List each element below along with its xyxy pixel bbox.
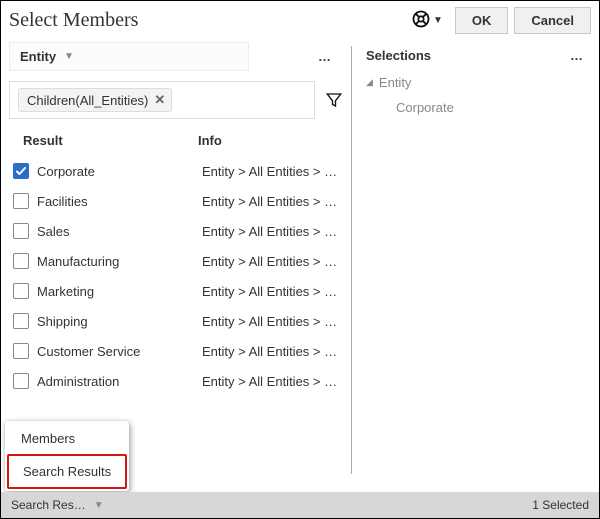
- result-name: Facilities: [37, 194, 202, 209]
- result-name: Corporate: [37, 164, 202, 179]
- dimension-label: Entity: [20, 49, 56, 64]
- dimension-selector[interactable]: Entity ▼: [9, 42, 249, 71]
- result-name: Shipping: [37, 314, 202, 329]
- result-name: Manufacturing: [37, 254, 202, 269]
- footer-tab-label: Search Res…: [11, 498, 86, 512]
- result-row[interactable]: SalesEntity > All Entities > …: [9, 216, 343, 246]
- select-members-dialog: Select Members ▼ OK Cancel: [0, 0, 600, 519]
- result-name: Marketing: [37, 284, 202, 299]
- help-icon: [411, 9, 431, 32]
- tree-root[interactable]: ◢ Entity: [366, 75, 591, 90]
- filter-chip-container: Children(All_Entities) ✕: [9, 81, 315, 119]
- result-checkbox[interactable]: [13, 313, 29, 329]
- dialog-body: Entity ▼ … Children(All_Entities) ✕: [1, 38, 599, 492]
- view-switch-popup: MembersSearch Results: [5, 421, 129, 491]
- filter-chip[interactable]: Children(All_Entities) ✕: [18, 88, 172, 112]
- result-row[interactable]: ManufacturingEntity > All Entities > …: [9, 246, 343, 276]
- caret-down-icon: ◢: [366, 77, 373, 88]
- result-info: Entity > All Entities > …: [202, 224, 343, 239]
- result-checkbox[interactable]: [13, 163, 29, 179]
- left-pane: Entity ▼ … Children(All_Entities) ✕: [1, 38, 351, 492]
- dialog-header: Select Members ▼ OK Cancel: [1, 1, 599, 38]
- selections-header: Selections …: [366, 42, 591, 63]
- tree-root-label: Entity: [379, 75, 412, 90]
- remove-chip-icon[interactable]: ✕: [154, 92, 165, 108]
- result-checkbox[interactable]: [13, 343, 29, 359]
- result-row[interactable]: CorporateEntity > All Entities > …: [9, 156, 343, 186]
- result-info: Entity > All Entities > …: [202, 164, 343, 179]
- selected-count: 1 Selected: [532, 498, 589, 512]
- result-columns-header: Result Info: [9, 119, 343, 154]
- result-row[interactable]: AdministrationEntity > All Entities > …: [9, 366, 343, 396]
- result-checkbox[interactable]: [13, 373, 29, 389]
- selections-pane: Selections … ◢ Entity Corporate: [352, 38, 599, 492]
- result-row[interactable]: Customer ServiceEntity > All Entities > …: [9, 336, 343, 366]
- result-info: Entity > All Entities > …: [202, 374, 343, 389]
- result-info: Entity > All Entities > …: [202, 314, 343, 329]
- selections-more-button[interactable]: …: [564, 48, 591, 63]
- result-info: Entity > All Entities > …: [202, 344, 343, 359]
- result-row[interactable]: MarketingEntity > All Entities > …: [9, 276, 343, 306]
- result-row[interactable]: FacilitiesEntity > All Entities > …: [9, 186, 343, 216]
- filter-chip-label: Children(All_Entities): [27, 93, 148, 108]
- selections-tree: ◢ Entity Corporate: [366, 75, 591, 115]
- result-checkbox[interactable]: [13, 193, 29, 209]
- result-checkbox[interactable]: [13, 223, 29, 239]
- result-info: Entity > All Entities > …: [202, 254, 343, 269]
- popup-item[interactable]: Search Results: [7, 454, 127, 489]
- result-list: CorporateEntity > All Entities > …Facili…: [9, 156, 343, 396]
- popup-item[interactable]: Members: [7, 423, 127, 454]
- caret-down-icon: ▼: [94, 500, 104, 511]
- result-name: Administration: [37, 374, 202, 389]
- more-actions-button[interactable]: …: [312, 49, 339, 64]
- column-info-header: Info: [198, 133, 343, 148]
- result-info: Entity > All Entities > …: [202, 284, 343, 299]
- result-checkbox[interactable]: [13, 253, 29, 269]
- column-result-header: Result: [23, 133, 198, 148]
- filter-chip-row: Children(All_Entities) ✕: [9, 81, 343, 119]
- caret-down-icon: ▼: [64, 51, 74, 62]
- dimension-row: Entity ▼ …: [9, 42, 343, 71]
- filter-icon[interactable]: [325, 91, 343, 109]
- cancel-button[interactable]: Cancel: [514, 7, 591, 34]
- selections-heading: Selections: [366, 48, 431, 63]
- result-name: Customer Service: [37, 344, 202, 359]
- tree-child[interactable]: Corporate: [396, 100, 591, 115]
- result-checkbox[interactable]: [13, 283, 29, 299]
- result-row[interactable]: ShippingEntity > All Entities > …: [9, 306, 343, 336]
- result-info: Entity > All Entities > …: [202, 194, 343, 209]
- settings-menu[interactable]: ▼: [411, 9, 443, 32]
- dialog-title: Select Members: [9, 9, 411, 32]
- caret-down-icon: ▼: [433, 15, 443, 26]
- dialog-footer: Search Res… ▼ 1 Selected: [1, 492, 599, 518]
- ok-button[interactable]: OK: [455, 7, 509, 34]
- footer-tab[interactable]: Search Res… ▼: [11, 498, 104, 512]
- header-buttons: ▼ OK Cancel: [411, 7, 591, 34]
- result-name: Sales: [37, 224, 202, 239]
